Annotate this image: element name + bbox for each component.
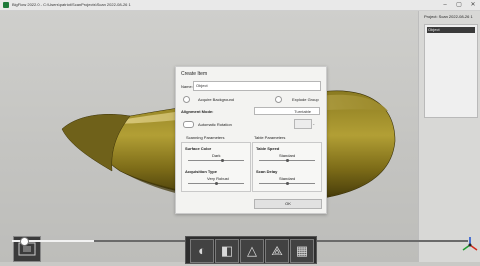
scan-delay-value: Standard: [279, 176, 296, 181]
axis-orientation-icon[interactable]: [462, 236, 478, 254]
project-title: Project: Scan 2022-08-26 1: [424, 14, 473, 19]
acquisition-type-label: Acquisition Type: [185, 169, 217, 174]
close-icon[interactable]: ✕: [466, 0, 480, 10]
automatic-rotation-toggle[interactable]: [183, 121, 194, 128]
surface-color-label: Surface Color: [185, 146, 212, 151]
dialog-title: Create Item: [181, 71, 208, 77]
tree-item-object[interactable]: Object: [427, 27, 475, 33]
alignment-mode-label: Alignment Mode:: [181, 109, 214, 114]
texture-icon: ▦: [295, 243, 309, 258]
explode-group-radio[interactable]: [275, 96, 282, 103]
name-input[interactable]: Object: [193, 81, 321, 91]
explode-group-label: Explode Group: [292, 97, 319, 102]
table-speed-slider-thumb[interactable]: [285, 159, 289, 162]
align-icon: ◧: [220, 243, 234, 258]
create-item-dialog: Create Item Name: Object Acquire Backgro…: [175, 66, 327, 214]
tool-fuse-button[interactable]: ⟁: [265, 239, 289, 263]
tool-texture-button[interactable]: ▦: [290, 239, 314, 263]
surface-color-slider[interactable]: [188, 160, 244, 161]
surface-color-value: Dark: [212, 153, 221, 158]
table-parameters-box: Table Speed Standard Scan Delay Standard: [252, 142, 322, 192]
ok-button[interactable]: OK: [254, 199, 322, 209]
alignment-mode-select[interactable]: Turntable: [254, 107, 320, 115]
rotation-value-field[interactable]: [294, 119, 312, 129]
app-icon: [3, 2, 9, 8]
acquisition-type-value: Very Robust: [207, 176, 229, 181]
scanning-parameters-label: Scanning Parameters: [186, 135, 225, 140]
surface-color-slider-thumb[interactable]: [221, 159, 225, 162]
window-title: BigFlow 2022.0 - C:\Users\patriot\ScanPr…: [12, 2, 131, 7]
scan-delay-label: Scan Delay: [256, 169, 278, 174]
maximize-icon[interactable]: ▢: [452, 0, 466, 10]
minimize-icon[interactable]: –: [438, 0, 452, 10]
automatic-rotation-label: Automatic Rotation: [198, 122, 232, 127]
tool-mesh-button[interactable]: ◐: [190, 239, 214, 263]
fuse-icon: ⟁: [271, 243, 283, 258]
bottom-toolbar: ◐ ◧ △ ⟁ ▦: [185, 236, 317, 264]
title-bar: BigFlow 2022.0 - C:\Users\patriot\ScanPr…: [0, 0, 480, 11]
project-tree: Object: [424, 24, 478, 118]
tool-align-button[interactable]: ◧: [215, 239, 239, 263]
table-speed-value: Standard: [279, 153, 296, 158]
triangle-mesh-icon: △: [247, 243, 257, 258]
axes-icon: [462, 237, 478, 251]
name-label: Name:: [181, 84, 193, 89]
tool-triangles-button[interactable]: △: [240, 239, 264, 263]
table-speed-label: Table Speed: [256, 146, 280, 151]
scan-delay-slider-thumb[interactable]: [285, 182, 289, 185]
acquire-background-label: Acquire Background: [198, 97, 235, 102]
scanning-parameters-box: Surface Color Dark Acquisition Type Very…: [181, 142, 251, 192]
sphere-icon: ◐: [198, 243, 206, 258]
table-parameters-label: Table Parameters: [254, 135, 286, 140]
acquire-background-radio[interactable]: [183, 96, 190, 103]
acquisition-type-slider-thumb[interactable]: [214, 182, 218, 185]
rotation-spin-icon[interactable]: ⌄: [312, 121, 315, 126]
alignment-mode-value: Turntable: [294, 109, 311, 114]
